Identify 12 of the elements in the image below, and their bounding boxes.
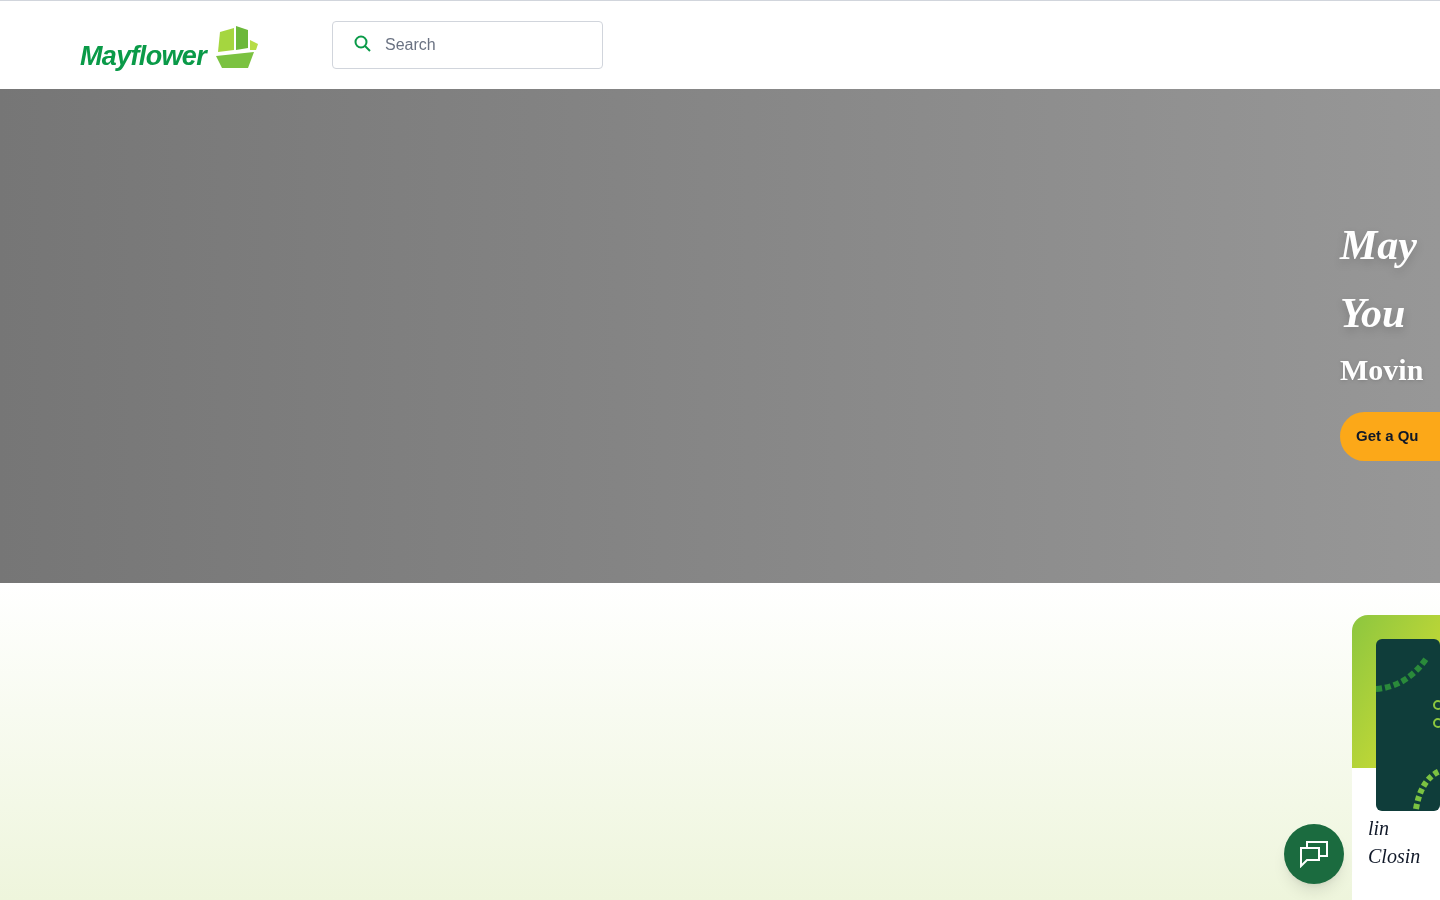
hero-title-line: You — [1340, 289, 1407, 338]
quote-button[interactable]: Get a Qu — [1340, 412, 1440, 461]
search-field[interactable]: Search — [332, 21, 603, 69]
card-title-line: lin — [1368, 816, 1391, 841]
card-title-line: Closin — [1368, 844, 1422, 869]
chat-button[interactable] — [1284, 824, 1344, 884]
search-icon — [354, 35, 372, 53]
hero-subtitle: Movin — [1340, 355, 1425, 385]
hero-title-line: May — [1340, 221, 1418, 270]
logo-wordmark[interactable]: Mayflower — [80, 43, 206, 70]
chat-icon — [1299, 840, 1329, 868]
article-card[interactable]: lin Closin — [1352, 615, 1440, 900]
